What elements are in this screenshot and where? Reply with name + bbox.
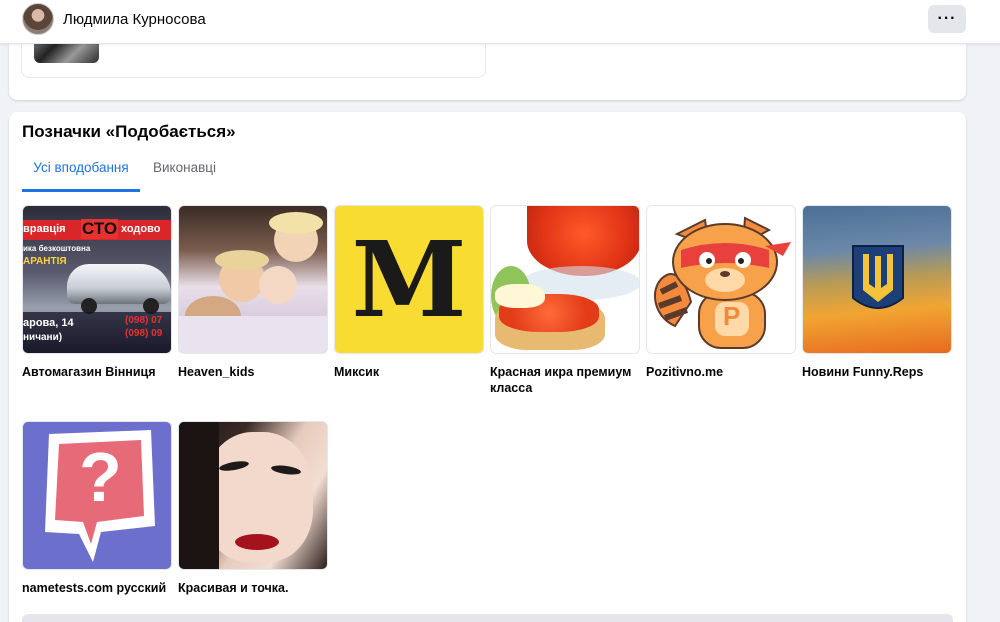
mascot-letter: P (723, 301, 741, 331)
page-name[interactable]: Красная икра премиум класса (490, 364, 640, 396)
liked-page-item[interactable]: P Pozitivno.me (646, 205, 796, 380)
page-thumbnail-kids-photo[interactable] (178, 205, 328, 354)
thumb-text: АРАНТІЯ (23, 256, 67, 267)
page-name[interactable]: Pozitivno.me (646, 364, 796, 380)
tab-label: Виконавці (153, 160, 216, 175)
liked-page-item[interactable]: Новини Funny.Reps (802, 205, 952, 380)
page-name[interactable]: Красивая и точка. (178, 580, 328, 596)
page-thumbnail-portrait[interactable] (178, 421, 328, 570)
page-thumbnail-car-store[interactable]: вравція СТО ходово ика безкоштовна АРАНТ… (22, 205, 172, 354)
thumb-text: вравція (23, 223, 66, 235)
raccoon-mascot-illustration (654, 216, 791, 349)
page-thumbnail-raccoon-mascot[interactable]: P (646, 205, 796, 354)
trident-emblem-icon (852, 245, 904, 309)
liked-page-item[interactable]: Красная икра премиум класса (490, 205, 640, 396)
thumb-text: ика безкоштовна (23, 244, 91, 253)
profile-name[interactable]: Людмила Курносова (63, 11, 206, 28)
likes-section-card: Позначки «Подобається» Усі вподобання Ви… (9, 112, 966, 622)
car-image (67, 264, 171, 304)
page-thumbnail-ukraine-flag[interactable] (802, 205, 952, 354)
tab-artists[interactable]: Виконавці (153, 160, 216, 175)
profile-header-bar: Людмила Курносова ··· (0, 0, 1000, 44)
page-name[interactable]: Автомагазин Вінниця (22, 364, 172, 380)
question-mark: ? (79, 438, 122, 516)
page-name[interactable]: Миксик (334, 364, 484, 380)
thumb-text: арова, 14 (23, 317, 74, 329)
page-thumbnail-caviar[interactable] (490, 205, 640, 354)
section-title: Позначки «Подобається» (22, 122, 236, 141)
more-options-button[interactable]: ··· (928, 5, 966, 33)
thumb-text: (098) 07 (125, 315, 163, 326)
liked-page-item[interactable]: ? nametests.com русский (22, 421, 172, 596)
liked-page-item[interactable]: M Миксик (334, 205, 484, 380)
tab-label: Усі вподобання (33, 160, 129, 175)
page-name[interactable]: nametests.com русский (22, 580, 172, 596)
page-name[interactable]: Heaven_kids (178, 364, 328, 380)
page-name[interactable]: Новини Funny.Reps (802, 364, 952, 380)
liked-page-item[interactable]: вравція СТО ходово ика безкоштовна АРАНТ… (22, 205, 172, 380)
thumb-text: (098) 09 (125, 328, 163, 339)
liked-page-item[interactable]: Красивая и точка. (178, 421, 328, 596)
page-thumbnail-miksik[interactable]: M (334, 205, 484, 354)
miksik-logo-letter: M (351, 217, 467, 341)
next-section-divider (22, 614, 953, 622)
thumb-text: СТО (81, 219, 119, 239)
thumb-text: ходово (121, 223, 161, 235)
thumb-text: ничани) (23, 332, 63, 343)
liked-page-item[interactable]: Heaven_kids (178, 205, 328, 380)
tab-all-likes[interactable]: Усі вподобання (22, 160, 140, 192)
page-thumbnail-nametests[interactable]: ? (22, 421, 172, 570)
avatar[interactable] (22, 3, 54, 35)
